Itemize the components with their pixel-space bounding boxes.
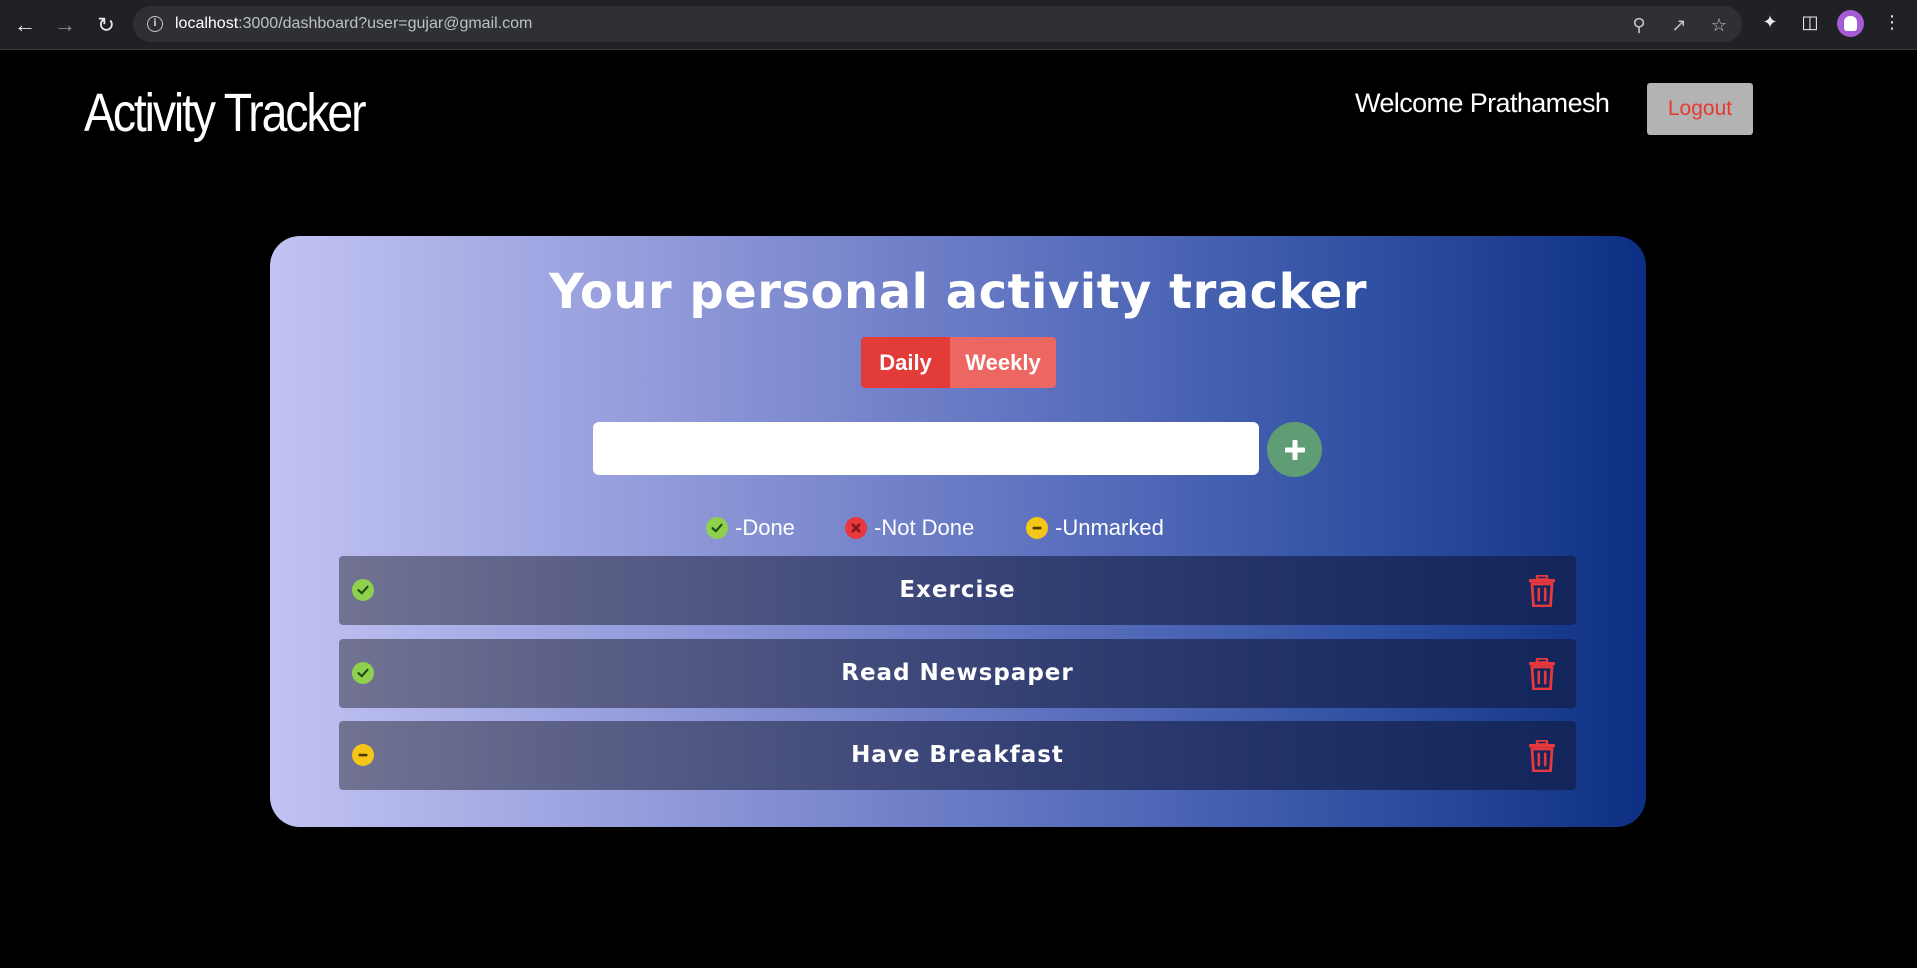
extensions-icon[interactable]: ✦ [1759, 12, 1781, 34]
menu-kebab-icon[interactable]: ⋮ [1881, 12, 1903, 34]
site-info-icon[interactable]: i [147, 16, 163, 32]
check-circle-icon [706, 517, 728, 539]
legend-done: -Done [706, 513, 795, 543]
address-bar[interactable]: i localhost:3000/dashboard?user=gujar@gm… [133, 6, 1742, 42]
trash-icon[interactable] [1529, 658, 1555, 690]
url-path: :3000/dashboard?user=gujar@gmail.com [238, 15, 533, 32]
tab-weekly[interactable]: Weekly [950, 337, 1056, 388]
activity-name: Exercise [899, 577, 1016, 603]
activity-row: Exercise [339, 556, 1576, 625]
profile-avatar[interactable] [1837, 10, 1864, 37]
activity-row: Read Newspaper [339, 639, 1576, 708]
side-panel-icon[interactable]: ◫ [1799, 12, 1821, 34]
address-url[interactable]: localhost:3000/dashboard?user=gujar@gmai… [175, 15, 532, 33]
activity-input[interactable] [593, 422, 1259, 475]
period-toggle: Daily Weekly [861, 337, 1056, 388]
logout-button[interactable]: Logout [1647, 83, 1753, 135]
tracker-title: Your personal activity tracker [549, 264, 1367, 320]
app-title: Activity Tracker [84, 83, 367, 143]
activity-name: Have Breakfast [851, 742, 1064, 768]
add-activity-button[interactable] [1267, 422, 1322, 477]
activity-row: Have Breakfast [339, 721, 1576, 790]
x-circle-icon [845, 517, 867, 539]
forward-arrow-icon[interactable]: → [51, 11, 79, 39]
tracker-card: Your personal activity tracker Daily Wee… [270, 236, 1646, 827]
minus-circle-icon [1026, 517, 1048, 539]
legend-done-label: -Done [735, 515, 795, 540]
back-arrow-icon[interactable]: ← [11, 11, 39, 39]
welcome-message: Welcome Prathamesh [1355, 88, 1610, 118]
reload-icon[interactable]: ↻ [92, 11, 120, 39]
legend-not-done-label: -Not Done [874, 515, 975, 540]
browser-toolbar: ← → ↻ i localhost:3000/dashboard?user=gu… [0, 0, 1917, 50]
bookmark-star-icon[interactable]: ☆ [1709, 16, 1729, 36]
trash-icon[interactable] [1529, 575, 1555, 607]
url-host: localhost [175, 15, 239, 32]
share-icon[interactable]: ↗ [1669, 16, 1689, 36]
trash-icon[interactable] [1529, 740, 1555, 772]
tab-daily[interactable]: Daily [861, 337, 950, 388]
plus-icon [1284, 439, 1305, 460]
legend-unmarked-label: -Unmarked [1055, 515, 1164, 540]
zoom-icon[interactable]: ⚲ [1629, 16, 1649, 36]
legend-unmarked: -Unmarked [1026, 513, 1164, 543]
legend-not-done: -Not Done [845, 513, 974, 543]
activity-name: Read Newspaper [841, 660, 1074, 686]
